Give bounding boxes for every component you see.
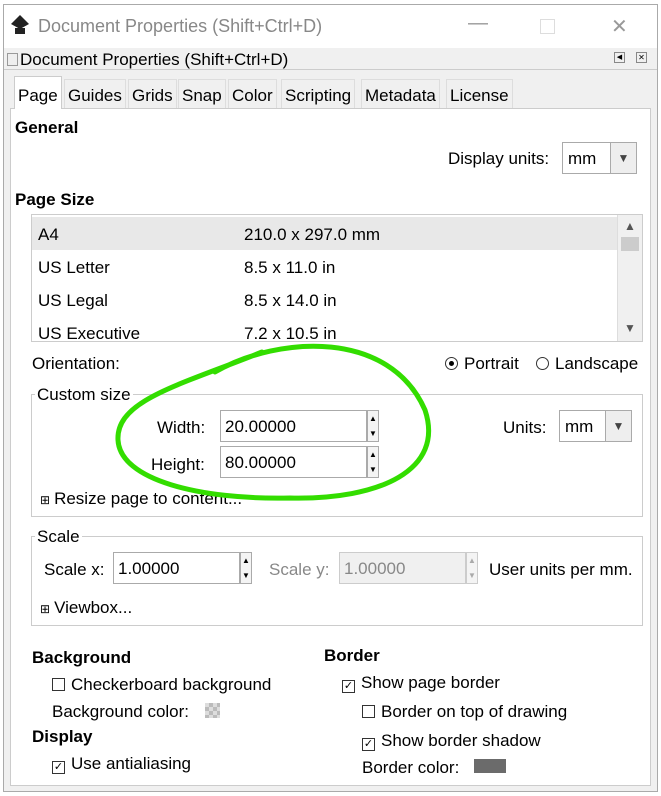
green-circle-annotation <box>115 343 432 501</box>
